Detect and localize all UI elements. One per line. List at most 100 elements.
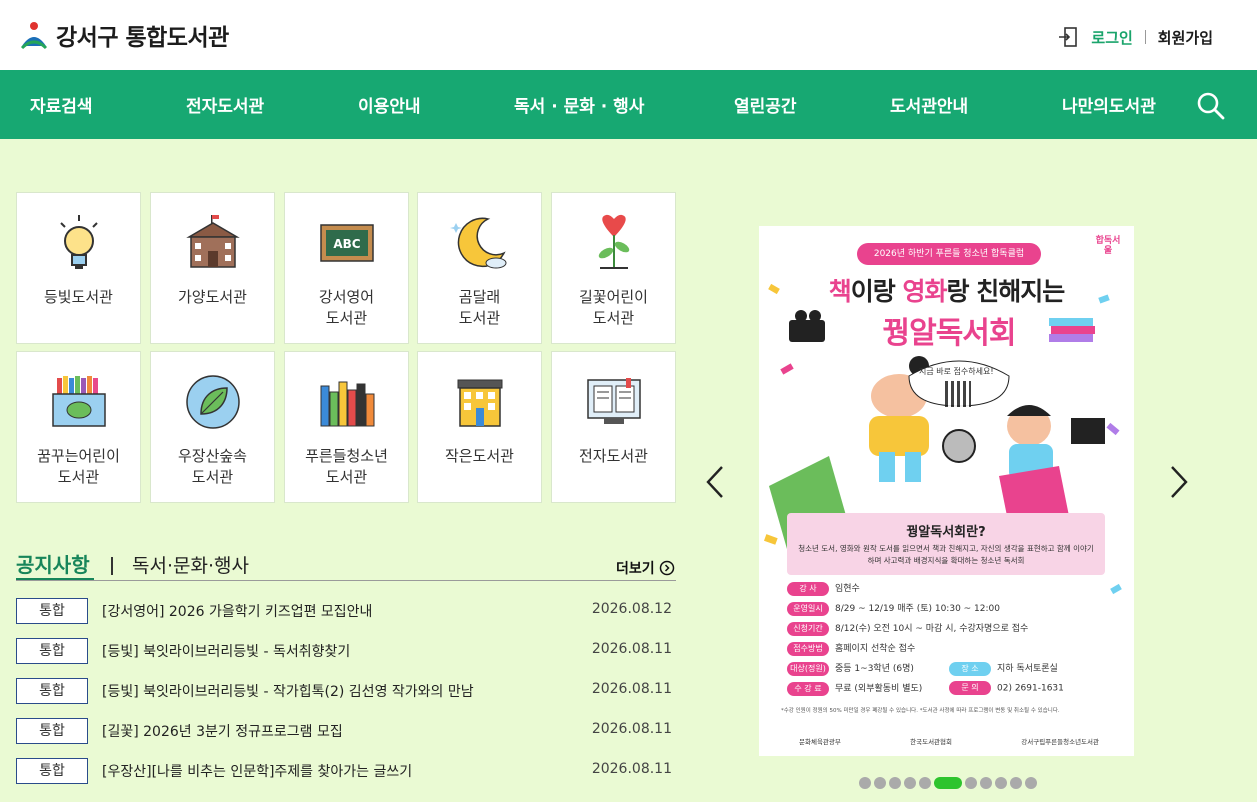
poster-logo: 한국도서관협회 bbox=[910, 738, 952, 746]
search-icon[interactable] bbox=[1195, 90, 1225, 120]
crescent-moon-icon bbox=[450, 217, 507, 269]
qr-code-icon bbox=[945, 381, 971, 407]
banner-poster[interactable]: 2026년 하반기 푸른들 청소년 합독클럽 합독서울 책이랑 영화랑 친해지는… bbox=[759, 226, 1134, 756]
gangseo-logo-icon bbox=[20, 22, 48, 50]
carousel-dot-active[interactable] bbox=[934, 777, 962, 789]
library-card-gilkkot[interactable]: 길꽃어린이 도서관 bbox=[551, 192, 676, 344]
more-label: 더보기 bbox=[616, 561, 655, 577]
site-logo[interactable]: 강서구 통합도서관 bbox=[20, 18, 229, 52]
poster-brand: 합독서울 bbox=[1095, 236, 1121, 256]
library-label: 길꽃어린이 도서관 bbox=[578, 288, 648, 327]
carousel-next-icon[interactable] bbox=[1168, 464, 1190, 500]
tab-notice[interactable]: 공지사항 bbox=[16, 549, 90, 578]
carousel-dot[interactable] bbox=[995, 777, 1007, 789]
poster-logos: 문화체육관광부 한국도서관협회 강서구립푸른들청소년도서관 bbox=[799, 736, 1099, 746]
notice-title[interactable]: [우장산][나를 비추는 인문학]주제를 찾아가는 글쓰기 bbox=[102, 761, 412, 781]
poster-line: 장 소 지하 독서토론실 bbox=[949, 661, 1058, 677]
notice-badge: 통합 bbox=[16, 758, 88, 784]
main-nav: 자료검색 전자도서관 이용안내 독서 · 문화 · 행사 열린공간 도서관안내 … bbox=[0, 70, 1257, 139]
carousel-dot[interactable] bbox=[965, 777, 977, 789]
crayon-box-icon bbox=[52, 376, 106, 427]
small-building-icon bbox=[457, 379, 503, 427]
lightbulb-icon bbox=[60, 215, 98, 269]
notice-title[interactable]: [길꽃] 2026년 3분기 정규프로그램 모집 bbox=[102, 721, 343, 741]
carousel-dot[interactable] bbox=[1010, 777, 1022, 789]
auth-links: 로그인 회원가입 bbox=[1057, 26, 1213, 48]
more-link[interactable]: 더보기 bbox=[616, 558, 675, 578]
poster-headline: 책이랑 영화랑 친해지는 bbox=[828, 277, 1065, 306]
carousel-dot[interactable] bbox=[1025, 777, 1037, 789]
auth-divider bbox=[1144, 30, 1146, 44]
abc-board-icon: ABC bbox=[320, 224, 374, 262]
poster-line: 운영일시 8/29 ~ 12/19 매주 (토) 10:30 ~ 12:00 bbox=[787, 601, 1000, 617]
poster-line: 신청기간 8/12(수) 오전 10시 ~ 마감 시, 수강자명으로 접수 bbox=[787, 621, 1028, 637]
nav-item-library-info[interactable]: 도서관안내 bbox=[890, 92, 968, 117]
carousel-dot[interactable] bbox=[859, 777, 871, 789]
poster-info-title: 꿩알독서회란? bbox=[906, 525, 986, 540]
carousel-dot[interactable] bbox=[889, 777, 901, 789]
notice-date: 2026.08.11 bbox=[591, 721, 672, 737]
library-card-kkumkkuneun[interactable]: 꿈꾸는어린이 도서관 bbox=[16, 351, 141, 503]
nav-item-events[interactable]: 독서 · 문화 · 행사 bbox=[514, 92, 644, 117]
poster-qr-text: 지금 바로 접수하세요! bbox=[919, 367, 994, 376]
leaf-icon bbox=[186, 375, 240, 429]
library-card-gayang[interactable]: 가양도서관 bbox=[150, 192, 275, 344]
library-label: 꿈꾸는어린이 도서관 bbox=[37, 447, 120, 486]
library-card-gomdallae[interactable]: 곰달래 도서관 bbox=[417, 192, 542, 344]
carousel-dot[interactable] bbox=[904, 777, 916, 789]
library-card-e-library[interactable]: 전자도서관 bbox=[551, 351, 676, 503]
notice-badge: 통합 bbox=[16, 598, 88, 624]
carousel-prev-icon[interactable] bbox=[704, 464, 726, 500]
poster-line: 수 강 료 무료 (외부활동비 별도) bbox=[787, 681, 922, 697]
library-label: 가양도서관 bbox=[177, 288, 247, 306]
login-door-icon[interactable] bbox=[1057, 26, 1079, 48]
notice-badge: 통합 bbox=[16, 638, 88, 664]
notice-row[interactable]: 통합 [강서영어] 2026 가을학기 키즈업편 모집안내 2026.08.12 bbox=[16, 598, 676, 626]
notice-title[interactable]: [등빛] 북잇라이브러리등빛 - 작가힙톡(2) 김선영 작가와의 만남 bbox=[102, 681, 474, 701]
nav-item-search[interactable]: 자료검색 bbox=[30, 92, 93, 117]
library-label: 우장산숲속 도서관 bbox=[177, 447, 247, 486]
library-card-gangseo-english[interactable]: ABC 강서영어 도서관 bbox=[284, 192, 409, 344]
poster-pill: 2026년 하반기 푸른들 청소년 합독클럽 bbox=[857, 243, 1041, 265]
library-label: 강서영어 도서관 bbox=[318, 288, 375, 327]
poster-line: 문 의 02) 2691-1631 bbox=[949, 681, 1064, 697]
nav-item-ebook[interactable]: 전자도서관 bbox=[186, 92, 264, 117]
library-card-deungbit[interactable]: 등빛도서관 bbox=[16, 192, 141, 344]
nav-item-open-space[interactable]: 열린공간 bbox=[734, 92, 797, 117]
notice-title[interactable]: [강서영어] 2026 가을학기 키즈업편 모집안내 bbox=[102, 601, 372, 621]
notice-row[interactable]: 통합 [우장산][나를 비추는 인문학]주제를 찾아가는 글쓰기 2026.08… bbox=[16, 758, 676, 786]
notice-row[interactable]: 통합 [등빛] 북잇라이브러리등빛 - 독서취향찾기 2026.08.11 bbox=[16, 638, 676, 666]
notice-badge: 통합 bbox=[16, 718, 88, 744]
tab-events[interactable]: 독서·문화·행사 bbox=[132, 551, 249, 578]
notice-title[interactable]: [등빛] 북잇라이브러리등빛 - 독서취향찾기 bbox=[102, 641, 350, 661]
tab-underline bbox=[16, 580, 676, 581]
carousel-dot[interactable] bbox=[980, 777, 992, 789]
notice-badge: 통합 bbox=[16, 678, 88, 704]
library-card-ujangsan[interactable]: 우장산숲속 도서관 bbox=[150, 351, 275, 503]
login-link[interactable]: 로그인 bbox=[1091, 27, 1132, 48]
notice-date: 2026.08.11 bbox=[591, 761, 672, 777]
notice-row[interactable]: 통합 [길꽃] 2026년 3분기 정규프로그램 모집 2026.08.11 bbox=[16, 718, 676, 746]
library-label: 전자도서관 bbox=[578, 447, 648, 465]
poster-line: 접수방법 홈페이지 선착순 접수 bbox=[787, 641, 915, 657]
tab-divider bbox=[111, 557, 113, 575]
heart-flower-icon bbox=[598, 214, 630, 269]
poster-line: 강 사 임현수 bbox=[787, 581, 860, 597]
carousel-dot[interactable] bbox=[919, 777, 931, 789]
poster-title: 꿩알독서회 bbox=[882, 316, 1017, 351]
library-label: 등빛도서관 bbox=[43, 288, 113, 306]
books-icon bbox=[320, 381, 375, 427]
notice-row[interactable]: 통합 [등빛] 북잇라이브러리등빛 - 작가힙톡(2) 김선영 작가와의 만남 … bbox=[16, 678, 676, 706]
poster-logo: 문화체육관광부 bbox=[799, 738, 841, 746]
carousel-dots bbox=[859, 777, 1037, 789]
poster-logo: 강서구립푸른들청소년도서관 bbox=[1021, 738, 1099, 746]
carousel-dot[interactable] bbox=[874, 777, 886, 789]
nav-item-guide[interactable]: 이용안내 bbox=[358, 92, 421, 117]
library-card-pureundeul[interactable]: 푸른들청소년 도서관 bbox=[284, 351, 409, 503]
site-header: 강서구 통합도서관 로그인 회원가입 bbox=[0, 0, 1257, 70]
poster-line: 대상(정원) 중등 1~3학년 (6명) bbox=[787, 661, 914, 677]
nav-item-my-library[interactable]: 나만의도서관 bbox=[1062, 92, 1156, 117]
library-card-small-library[interactable]: 작은도서관 bbox=[417, 351, 542, 503]
join-link[interactable]: 회원가입 bbox=[1158, 27, 1213, 48]
svg-text:ABC: ABC bbox=[333, 237, 360, 251]
